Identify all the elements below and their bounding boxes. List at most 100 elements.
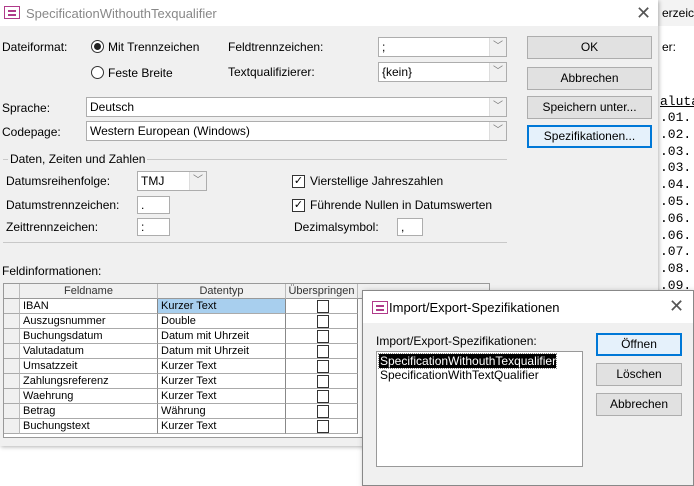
cell-feldname[interactable]: Buchungstext (20, 419, 158, 434)
skip-checkbox[interactable] (317, 420, 329, 433)
sprache-label: Sprache: (2, 101, 51, 115)
delete-button[interactable]: Löschen (596, 363, 682, 386)
feldtrennzeichen-combo[interactable]: ; ﹀ (378, 37, 507, 57)
cell-feldname[interactable]: Betrag (20, 404, 158, 419)
skip-checkbox[interactable] (317, 330, 329, 343)
background-date-fragment: .03.: (660, 143, 694, 159)
radio-fixed-width-label[interactable]: Feste Breite (108, 66, 173, 80)
cell-ueberspringen[interactable] (286, 314, 358, 329)
cell-ueberspringen[interactable] (286, 374, 358, 389)
cell-ueberspringen[interactable] (286, 389, 358, 404)
cell-datentyp[interactable]: Datum mit Uhrzeit (158, 344, 286, 359)
skip-checkbox[interactable] (317, 375, 329, 388)
cell-datentyp[interactable]: Kurzer Text (158, 299, 286, 314)
skip-checkbox[interactable] (317, 345, 329, 358)
cell-datentyp[interactable]: Datum mit Uhrzeit (158, 329, 286, 344)
background-date-fragment: .07.: (660, 244, 694, 260)
zeittrennzeichen-label: Zeittrennzeichen: (6, 220, 99, 234)
spec-list-item[interactable]: SpecificationWithouthTexqualifier (377, 353, 558, 369)
cell-ueberspringen[interactable] (286, 359, 358, 374)
vierstellige-label[interactable]: Vierstellige Jahreszahlen (310, 174, 443, 188)
textqualifizierer-combo[interactable]: {kein} ﹀ (378, 62, 507, 82)
save-as-button[interactable]: Speichern unter... (527, 96, 652, 119)
cell-datentyp[interactable]: Kurzer Text (158, 359, 286, 374)
chevron-down-icon[interactable]: ﹀ (489, 63, 506, 81)
skip-checkbox[interactable] (317, 390, 329, 403)
cell-ueberspringen[interactable] (286, 344, 358, 359)
background-date-fragment: .02.: (660, 126, 694, 142)
column-header-feldname[interactable]: Feldname (20, 284, 158, 299)
app-icon (4, 6, 20, 19)
fuehrende-nullen-checkbox[interactable]: ✓ (292, 199, 305, 212)
row-selector[interactable] (4, 329, 20, 344)
cell-feldname[interactable]: Valutadatum (20, 344, 158, 359)
row-selector[interactable] (4, 314, 20, 329)
chevron-down-icon[interactable]: ﹀ (489, 122, 506, 140)
cell-feldname[interactable]: Umsatzzeit (20, 359, 158, 374)
skip-checkbox[interactable] (317, 315, 329, 328)
row-selector[interactable] (4, 404, 20, 419)
chevron-down-icon[interactable]: ﹀ (189, 172, 206, 190)
background-date-fragment: .01.: (660, 110, 694, 125)
codepage-combo[interactable]: Western European (Windows) ﹀ (86, 121, 507, 141)
cell-ueberspringen[interactable] (286, 419, 358, 434)
radio-delimited[interactable] (91, 40, 104, 53)
zeittrennzeichen-input[interactable]: : (137, 218, 170, 236)
row-selector[interactable] (4, 389, 20, 404)
background-date-fragment: .04.: (660, 177, 694, 193)
open-button[interactable]: Öffnen (596, 333, 682, 356)
row-selector[interactable] (4, 419, 20, 434)
spec-list-item[interactable]: SpecificationWithTextQualifier (379, 368, 539, 382)
row-selector[interactable] (4, 374, 20, 389)
close-icon[interactable]: ✕ (636, 3, 651, 24)
ok-button[interactable]: OK (527, 36, 652, 59)
cell-feldname[interactable]: Buchungsdatum (20, 329, 158, 344)
radio-delimited-label[interactable]: Mit Trennzeichen (108, 40, 199, 54)
specifications-button[interactable]: Spezifikationen... (527, 125, 652, 148)
skip-checkbox[interactable] (317, 405, 329, 418)
dezimalsymbol-label: Dezimalsymbol: (294, 220, 379, 234)
cell-ueberspringen[interactable] (286, 404, 358, 419)
fuehrende-nullen-label[interactable]: Führende Nullen in Datumswerten (310, 198, 492, 212)
background-label-fragment: er: (662, 40, 677, 54)
radio-fixed-width[interactable] (91, 66, 104, 79)
skip-checkbox[interactable] (317, 300, 329, 313)
cell-ueberspringen[interactable] (286, 299, 358, 314)
background-column-header: aluta (660, 94, 694, 109)
cell-feldname[interactable]: Zahlungsreferenz (20, 374, 158, 389)
column-header-ueberspringen[interactable]: Überspringen (286, 284, 358, 299)
row-selector[interactable] (4, 299, 20, 314)
chevron-down-icon[interactable]: ﹀ (489, 38, 506, 56)
datumsreihenfolge-value: TMJ (141, 174, 165, 188)
cancel-button[interactable]: Abbrechen (596, 393, 682, 416)
spec-list-label: Import/Export-Spezifikationen: (376, 334, 537, 348)
column-header-datentyp[interactable]: Datentyp (158, 284, 286, 299)
cell-datentyp[interactable]: Kurzer Text (158, 389, 286, 404)
cell-datentyp[interactable]: Double (158, 314, 286, 329)
cell-datentyp[interactable]: Währung (158, 404, 286, 419)
grid-corner[interactable] (4, 284, 20, 299)
datumstrennzeichen-label: Datumstrennzeichen: (6, 198, 120, 212)
cell-datentyp[interactable]: Kurzer Text (158, 374, 286, 389)
spec-list-dialog: Import/Export-Spezifikationen ✕ Import/E… (362, 290, 694, 486)
datumstrennzeichen-input[interactable]: . (137, 196, 170, 214)
row-selector[interactable] (4, 359, 20, 374)
cancel-button[interactable]: Abbrechen (527, 67, 652, 90)
row-selector[interactable] (4, 344, 20, 359)
spec-dialog-title-bar: Import/Export-Spezifikationen ✕ (363, 291, 693, 323)
skip-checkbox[interactable] (317, 360, 329, 373)
vierstellige-checkbox[interactable]: ✓ (292, 175, 305, 188)
datumsreihenfolge-combo[interactable]: TMJ ﹀ (137, 171, 207, 191)
chevron-down-icon[interactable]: ﹀ (489, 98, 506, 116)
cell-feldname[interactable]: Auszugsnummer (20, 314, 158, 329)
dezimalsymbol-input[interactable]: , (397, 218, 423, 236)
close-icon[interactable]: ✕ (669, 296, 684, 317)
cell-datentyp[interactable]: Kurzer Text (158, 419, 286, 434)
cell-feldname[interactable]: Waehrung (20, 389, 158, 404)
cell-feldname[interactable]: IBAN (20, 299, 158, 314)
cell-ueberspringen[interactable] (286, 329, 358, 344)
feldinformationen-label: Feldinformationen: (2, 264, 102, 278)
spec-listbox[interactable]: SpecificationWithouthTexqualifier Specif… (376, 351, 583, 467)
textqualifizierer-value: {kein} (382, 65, 413, 79)
sprache-combo[interactable]: Deutsch ﹀ (86, 97, 507, 117)
